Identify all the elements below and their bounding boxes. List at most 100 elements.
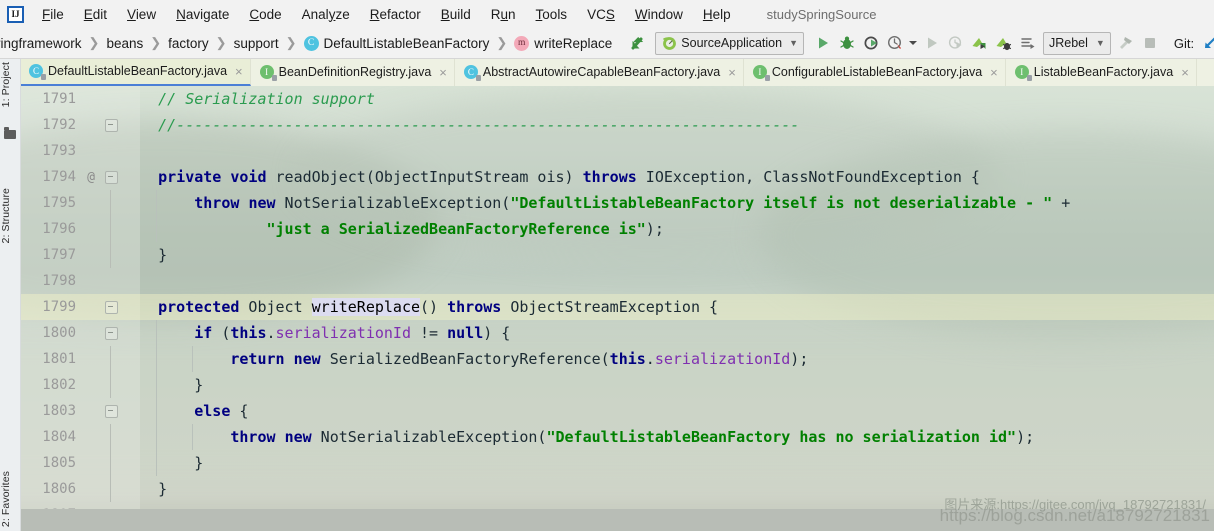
gutter-annotation-icon[interactable]: @ xyxy=(82,170,100,185)
menu-item-code[interactable]: Code xyxy=(239,5,291,24)
code-line[interactable]: 1800 if (this.serializationId != null) { xyxy=(20,320,1214,346)
code-fold-marker[interactable] xyxy=(100,86,122,112)
code-fold-marker[interactable] xyxy=(100,164,122,190)
menu-item-build[interactable]: Build xyxy=(431,5,481,24)
code-line[interactable]: 1799 protected Object writeReplace() thr… xyxy=(20,294,1214,320)
menu-item-window[interactable]: Window xyxy=(625,5,693,24)
code-line[interactable]: 1801 return new SerializedBeanFactoryRef… xyxy=(20,346,1214,372)
jrebel-selector[interactable]: JRebel ▼ xyxy=(1042,31,1111,55)
code-text[interactable]: } xyxy=(122,372,1214,398)
code-fold-marker[interactable] xyxy=(100,320,122,346)
jrebel-console-icon[interactable] xyxy=(1017,32,1039,54)
code-fold-marker[interactable] xyxy=(100,476,122,502)
back-arrow-icon[interactable] xyxy=(626,32,648,54)
code-line[interactable]: 1797 } xyxy=(20,242,1214,268)
editor-tab-abstract-autowire-capable-bean-factory[interactable]: C AbstractAutowireCapableBeanFactory.jav… xyxy=(454,58,744,86)
run-configuration-selector[interactable]: SourceApplication ▼ xyxy=(655,31,804,55)
breadcrumb-method[interactable]: m writeReplace xyxy=(512,35,614,51)
code-line[interactable]: 1796 "just a SerializedBeanFactoryRefere… xyxy=(20,216,1214,242)
code-fold-marker[interactable] xyxy=(100,138,122,164)
editor-tab-default-listable-bean-factory[interactable]: C DefaultListableBeanFactory.java × xyxy=(20,58,251,86)
code-fold-marker[interactable] xyxy=(100,242,122,268)
code-fold-marker[interactable] xyxy=(100,190,122,216)
code-line[interactable]: 1805 } xyxy=(20,450,1214,476)
sidebar-item-favorites[interactable]: 2: Favorites xyxy=(0,471,20,527)
code-text[interactable]: private void readObject(ObjectInputStrea… xyxy=(122,164,1214,190)
vcs-update-icon[interactable] xyxy=(1199,32,1214,54)
fold-collapse-icon[interactable] xyxy=(105,119,118,132)
code-fold-marker[interactable] xyxy=(100,424,122,450)
code-text[interactable]: protected Object writeReplace() throws O… xyxy=(122,294,1214,320)
breadcrumb-support[interactable]: support xyxy=(232,36,281,51)
menu-item-tools[interactable]: Tools xyxy=(526,5,578,24)
code-line[interactable]: 1802 } xyxy=(20,372,1214,398)
code-line[interactable]: 1803 else { xyxy=(20,398,1214,424)
editor-tab-bean-definition-registry[interactable]: I BeanDefinitionRegistry.java × xyxy=(250,58,455,86)
code-fold-marker[interactable] xyxy=(100,450,122,476)
code-fold-marker[interactable] xyxy=(100,112,122,138)
run-icon[interactable] xyxy=(812,32,834,54)
menu-item-vcs[interactable]: VCS xyxy=(577,5,625,24)
code-fold-marker[interactable] xyxy=(100,346,122,372)
code-text[interactable]: "just a SerializedBeanFactoryReference i… xyxy=(122,216,1214,242)
close-icon[interactable]: × xyxy=(728,66,736,79)
indent-guide xyxy=(156,372,158,398)
jrebel-debug-icon[interactable] xyxy=(993,32,1015,54)
fold-collapse-icon[interactable] xyxy=(105,171,118,184)
line-number: 1796 xyxy=(42,221,76,237)
folder-icon xyxy=(4,127,16,139)
run-with-coverage-icon[interactable] xyxy=(860,32,882,54)
code-line[interactable]: 1792 //---------------------------------… xyxy=(20,112,1214,138)
close-icon[interactable]: × xyxy=(235,65,243,78)
code-text[interactable]: else { xyxy=(122,398,1214,424)
code-line[interactable]: 1791 // Serialization support xyxy=(20,86,1214,112)
menu-item-run[interactable]: Run xyxy=(481,5,526,24)
fold-collapse-icon[interactable] xyxy=(105,327,118,340)
sidebar-item-structure[interactable]: 2: Structure xyxy=(0,188,20,243)
close-icon[interactable]: × xyxy=(1181,66,1189,79)
code-line[interactable]: 1793 xyxy=(20,138,1214,164)
profiler-icon[interactable] xyxy=(884,32,906,54)
editor-tab-configurable-listable-bean-factory[interactable]: I ConfigurableListableBeanFactory.java × xyxy=(743,58,1006,86)
menu-item-help[interactable]: Help xyxy=(693,5,741,24)
menu-item-analyze[interactable]: Analyze xyxy=(292,5,360,24)
code-fold-marker[interactable] xyxy=(100,294,122,320)
code-text[interactable]: return new SerializedBeanFactoryReferenc… xyxy=(122,346,1214,372)
code-text[interactable]: throw new NotSerializableException("Defa… xyxy=(122,190,1214,216)
breadcrumb-class[interactable]: C DefaultListableBeanFactory xyxy=(302,35,492,51)
code-text[interactable]: throw new NotSerializableException("Defa… xyxy=(122,424,1214,450)
code-fold-marker[interactable] xyxy=(100,398,122,424)
menu-item-file[interactable]: File xyxy=(32,5,74,24)
code-text[interactable]: //--------------------------------------… xyxy=(122,112,1214,138)
close-icon[interactable]: × xyxy=(439,66,447,79)
code-fold-marker[interactable] xyxy=(100,216,122,242)
code-text[interactable]: // Serialization support xyxy=(122,86,1214,112)
menu-item-edit[interactable]: Edit xyxy=(74,5,117,24)
code-text[interactable]: } xyxy=(122,450,1214,476)
code-fold-marker[interactable] xyxy=(100,268,122,294)
code-line[interactable]: 1794 @ private void readObject(ObjectInpu… xyxy=(20,164,1214,190)
breadcrumb-beans[interactable]: beans xyxy=(104,36,145,51)
breadcrumb-factory[interactable]: factory xyxy=(166,36,211,51)
editor-tab-listable-bean-factory[interactable]: I ListableBeanFactory.java × xyxy=(1005,58,1197,86)
close-icon[interactable]: × xyxy=(990,66,998,79)
menu-item-navigate[interactable]: Navigate xyxy=(166,5,239,24)
code-text[interactable]: if (this.serializationId != null) { xyxy=(122,320,1214,346)
code-token: . xyxy=(266,324,276,342)
fold-collapse-icon[interactable] xyxy=(105,301,118,314)
code-line[interactable]: 1804 throw new NotSerializableException(… xyxy=(20,424,1214,450)
menu-item-refactor[interactable]: Refactor xyxy=(360,5,431,24)
fold-collapse-icon[interactable] xyxy=(105,405,118,418)
code-fold-marker[interactable] xyxy=(100,372,122,398)
code-line[interactable]: 1795 throw new NotSerializableException(… xyxy=(20,190,1214,216)
code-editor[interactable]: 1791 // Serialization support 1792 //----… xyxy=(20,86,1214,531)
sidebar-item-project[interactable]: 1: Project xyxy=(0,62,20,107)
code-line[interactable]: 1798 xyxy=(20,268,1214,294)
debug-icon[interactable] xyxy=(836,32,858,54)
profiler-dropdown-icon[interactable] xyxy=(908,32,919,54)
jrebel-run-icon[interactable] xyxy=(969,32,991,54)
code-text[interactable]: } xyxy=(122,242,1214,268)
menu-item-view[interactable]: View xyxy=(117,5,166,24)
line-number: 1801 xyxy=(42,351,76,367)
breadcrumb-springframework[interactable]: ringframework xyxy=(0,36,84,51)
